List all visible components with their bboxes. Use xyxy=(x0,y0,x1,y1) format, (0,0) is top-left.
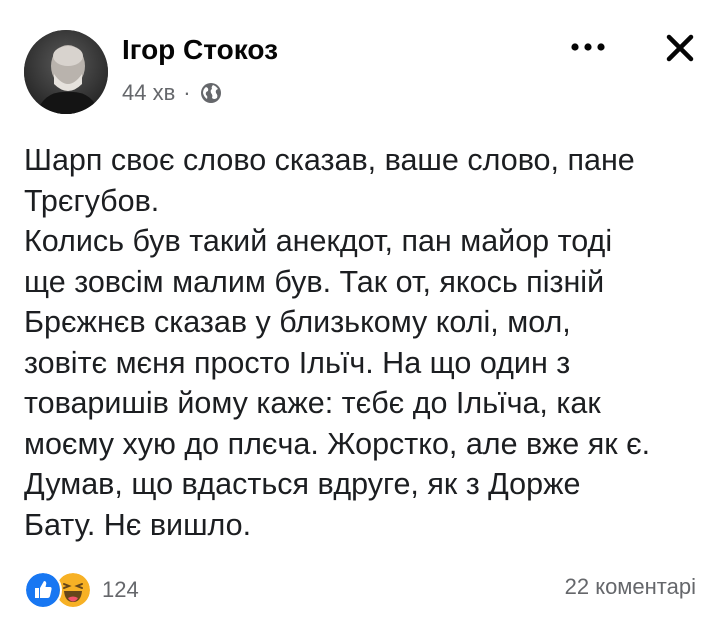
post-meta: 44 хв · xyxy=(122,78,223,108)
comments-count-link[interactable]: 22 коментарі xyxy=(565,574,696,600)
meta-separator: · xyxy=(183,80,191,105)
avatar-image xyxy=(24,30,108,114)
close-icon xyxy=(666,34,694,62)
reaction-count: 124 xyxy=(102,577,139,602)
like-icon xyxy=(24,571,62,609)
close-button[interactable] xyxy=(656,28,704,68)
reactions-summary[interactable]: 124 xyxy=(24,570,139,610)
author-name[interactable]: Ігор Стокоз xyxy=(122,32,278,68)
more-options-button[interactable] xyxy=(566,30,610,64)
ellipsis-icon xyxy=(571,43,605,51)
globe-icon[interactable] xyxy=(199,81,223,105)
post-time[interactable]: 44 хв xyxy=(122,80,175,106)
post-text: Шарп своє слово сказав, ваше слово, пане… xyxy=(24,143,651,542)
post-card: Ігор Стокоз 44 хв · Шарп своє слово сказ… xyxy=(0,0,720,630)
avatar[interactable] xyxy=(24,30,108,114)
